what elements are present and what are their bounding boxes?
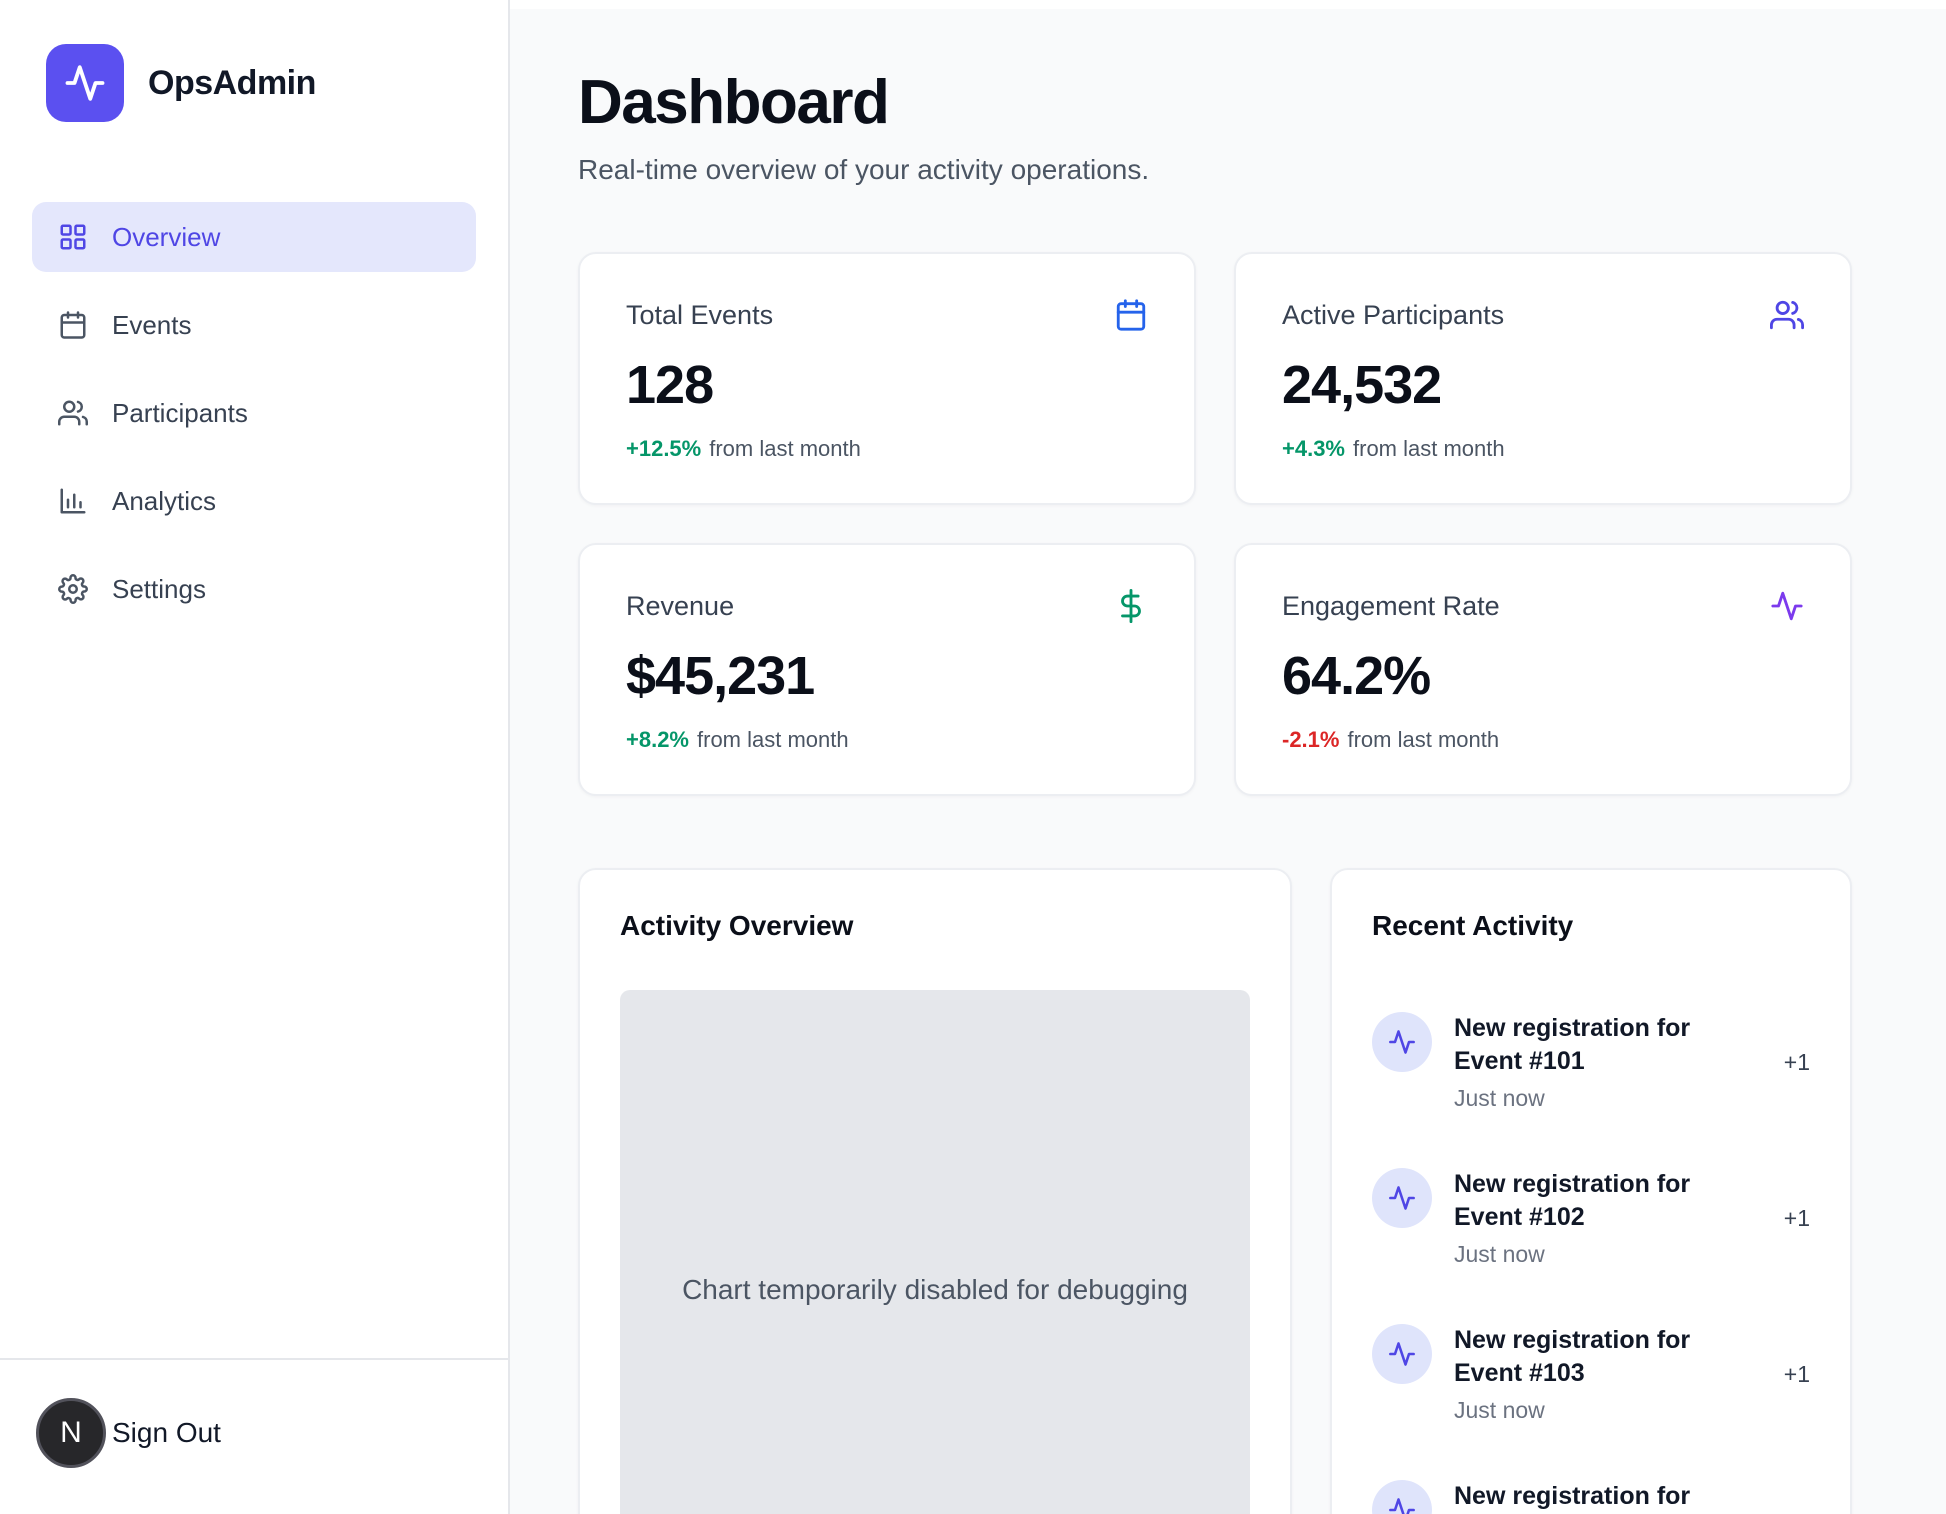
recent-activity-panel: Recent Activity New registration for Eve… xyxy=(1330,868,1852,1514)
main-content: Dashboard Real-time overview of your act… xyxy=(510,0,1946,1514)
list-item: New registration for Event #101 Just now… xyxy=(1372,1012,1810,1112)
stats-grid: Total Events 128 +12.5% from last month A… xyxy=(578,252,1852,796)
grid-icon xyxy=(58,222,88,252)
activity-body: New registration for Event #102 Just now xyxy=(1454,1168,1762,1268)
app-name: OpsAdmin xyxy=(148,64,316,103)
bar-chart-icon xyxy=(58,486,88,516)
stat-delta: +12.5% xyxy=(626,436,701,461)
sidebar-item-participants[interactable]: Participants xyxy=(32,378,476,448)
list-item: New registration for Event #102 Just now… xyxy=(1372,1168,1810,1268)
pulse-icon xyxy=(1770,589,1804,623)
page-subtitle: Real-time overview of your activity oper… xyxy=(578,154,1852,186)
stat-delta-row: +4.3% from last month xyxy=(1282,436,1804,462)
stat-value: 24,532 xyxy=(1282,354,1804,416)
stat-value: 128 xyxy=(626,354,1148,416)
activity-body: New registration for Event #103 Just now xyxy=(1454,1324,1762,1424)
activity-time: Just now xyxy=(1454,1085,1762,1112)
stat-label: Engagement Rate xyxy=(1282,591,1500,622)
stat-delta: +8.2% xyxy=(626,727,689,752)
activity-time: Just now xyxy=(1454,1241,1762,1268)
user-avatar[interactable]: N xyxy=(36,1398,106,1468)
stat-delta-row: +12.5% from last month xyxy=(626,436,1148,462)
users-icon xyxy=(1770,298,1804,332)
page-title: Dashboard xyxy=(578,67,1852,138)
stat-value: $45,231 xyxy=(626,645,1148,707)
calendar-icon xyxy=(1114,298,1148,332)
panel-title: Recent Activity xyxy=(1372,910,1810,942)
stat-delta: +4.3% xyxy=(1282,436,1345,461)
stat-card-revenue: Revenue $45,231 +8.2% from last month xyxy=(578,543,1196,796)
sidebar-item-label: Participants xyxy=(112,398,248,429)
pulse-icon xyxy=(1372,1012,1432,1072)
sidebar-footer: N Sign Out xyxy=(0,1358,508,1514)
sidebar-item-label: Events xyxy=(112,310,192,341)
activity-badge: +1 xyxy=(1784,1205,1810,1232)
activity-list: New registration for Event #101 Just now… xyxy=(1372,1012,1810,1514)
activity-badge: +1 xyxy=(1784,1049,1810,1076)
chart-placeholder: Chart temporarily disabled for debugging xyxy=(620,990,1250,1514)
sidebar-item-overview[interactable]: Overview xyxy=(32,202,476,272)
stat-card-active-participants: Active Participants 24,532 +4.3% from las… xyxy=(1234,252,1852,505)
activity-body: New registration for Event #101 Just now xyxy=(1454,1012,1762,1112)
sign-out-button[interactable]: Sign Out xyxy=(112,1417,221,1449)
activity-body: New registration for Event #104 Just now xyxy=(1454,1480,1762,1514)
stat-card-engagement-rate: Engagement Rate 64.2% -2.1% from last mon… xyxy=(1234,543,1852,796)
activity-title: New registration for Event #102 xyxy=(1454,1168,1722,1233)
activity-time: Just now xyxy=(1454,1397,1762,1424)
activity-overview-panel: Activity Overview Chart temporarily disa… xyxy=(578,868,1292,1514)
pulse-icon xyxy=(1372,1168,1432,1228)
stat-delta-note: from last month xyxy=(709,436,861,461)
stat-delta-row: -2.1% from last month xyxy=(1282,727,1804,753)
activity-title: New registration for Event #104 xyxy=(1454,1480,1722,1514)
stat-card-total-events: Total Events 128 +12.5% from last month xyxy=(578,252,1196,505)
pulse-icon xyxy=(1372,1480,1432,1514)
stat-value: 64.2% xyxy=(1282,645,1804,707)
stat-delta: -2.1% xyxy=(1282,727,1339,752)
users-icon xyxy=(58,398,88,428)
bottom-section: Activity Overview Chart temporarily disa… xyxy=(578,868,1852,1514)
sidebar-item-label: Analytics xyxy=(112,486,216,517)
calendar-icon xyxy=(58,310,88,340)
stat-delta-note: from last month xyxy=(1353,436,1505,461)
stat-delta-note: from last month xyxy=(697,727,849,752)
sidebar-item-events[interactable]: Events xyxy=(32,290,476,360)
stat-label: Total Events xyxy=(626,300,773,331)
stat-delta-note: from last month xyxy=(1347,727,1499,752)
stat-delta-row: +8.2% from last month xyxy=(626,727,1148,753)
sidebar-item-label: Settings xyxy=(112,574,206,605)
stat-label: Revenue xyxy=(626,591,734,622)
sidebar-nav: Overview Events Participants Analytics S… xyxy=(32,202,476,624)
panel-title: Activity Overview xyxy=(620,910,1250,942)
list-item: New registration for Event #103 Just now… xyxy=(1372,1324,1810,1424)
logo: OpsAdmin xyxy=(32,44,476,122)
activity-title: New registration for Event #103 xyxy=(1454,1324,1722,1389)
gear-icon xyxy=(58,574,88,604)
sidebar: OpsAdmin Overview Events Participants An… xyxy=(0,0,510,1514)
pulse-icon xyxy=(1372,1324,1432,1384)
sidebar-item-label: Overview xyxy=(112,222,220,253)
activity-title: New registration for Event #101 xyxy=(1454,1012,1722,1077)
chart-placeholder-text: Chart temporarily disabled for debugging xyxy=(682,1274,1188,1306)
stat-label: Active Participants xyxy=(1282,300,1504,331)
sidebar-item-settings[interactable]: Settings xyxy=(32,554,476,624)
sidebar-item-analytics[interactable]: Analytics xyxy=(32,466,476,536)
activity-badge: +1 xyxy=(1784,1361,1810,1388)
list-item: New registration for Event #104 Just now… xyxy=(1372,1480,1810,1514)
pulse-logo-icon xyxy=(46,44,124,122)
dollar-icon xyxy=(1114,589,1148,623)
